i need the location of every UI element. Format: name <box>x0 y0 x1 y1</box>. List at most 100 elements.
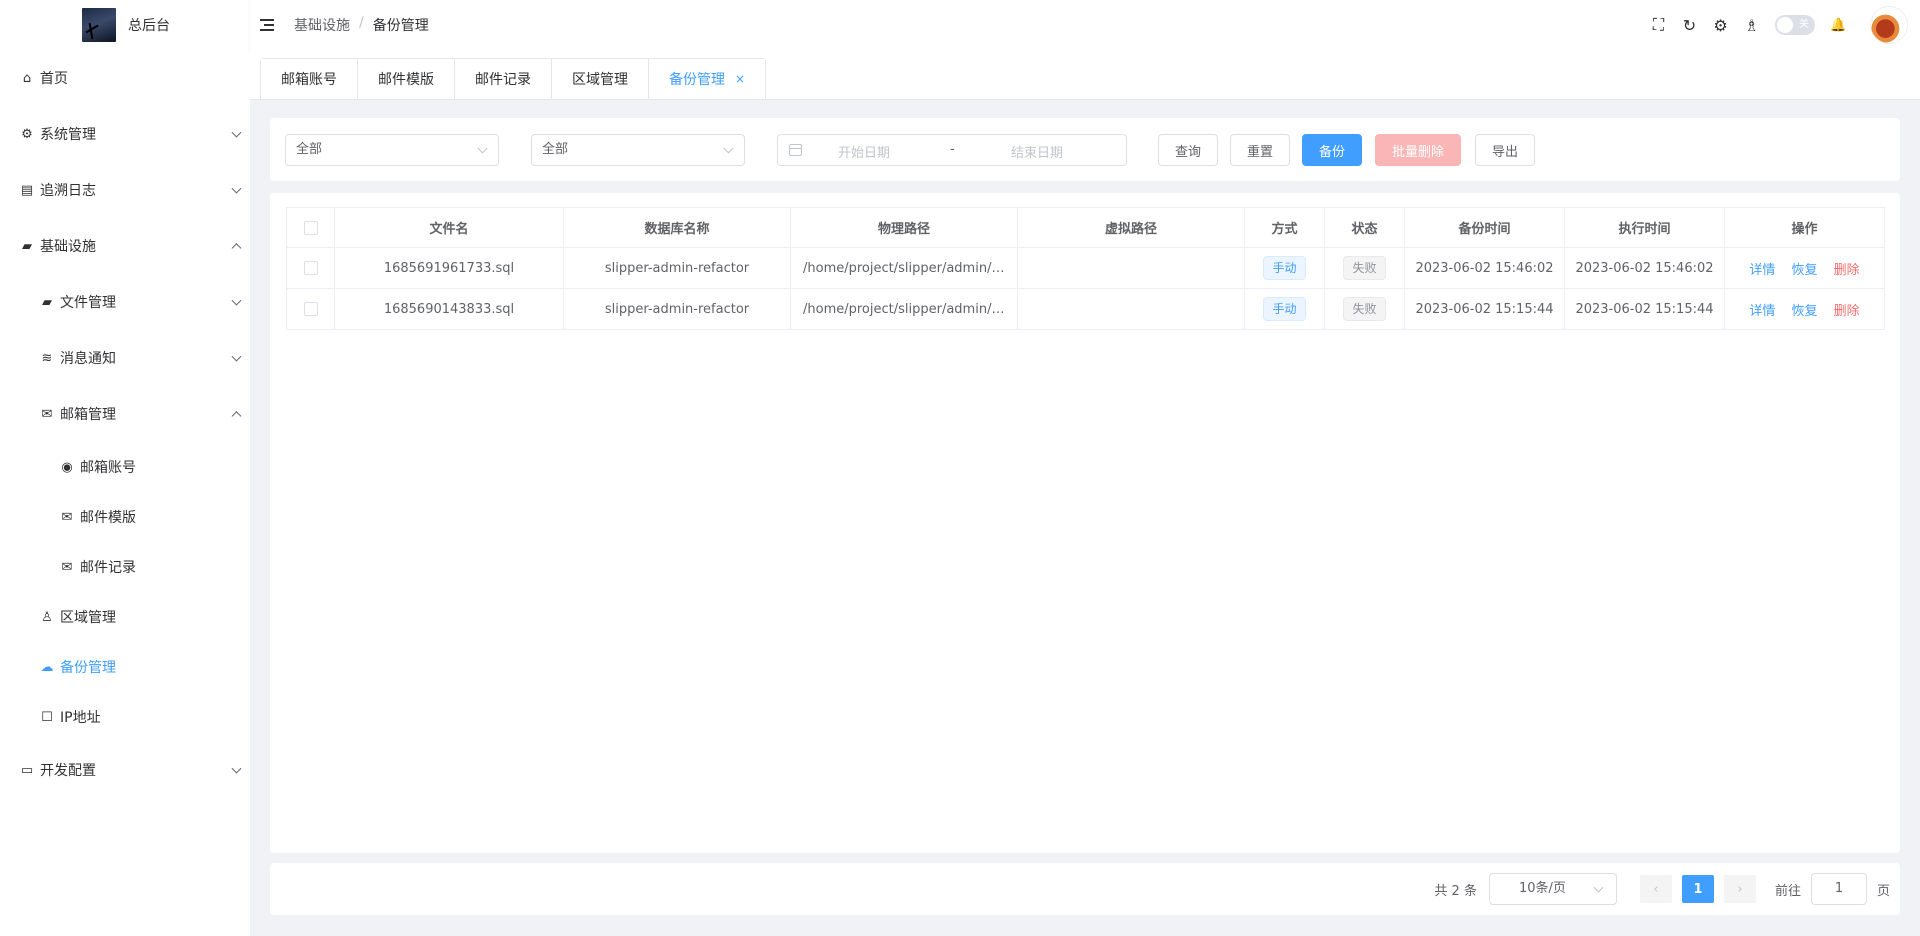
tabs-bar: 邮箱账号 邮件模版 邮件记录 区域管理 备份管理 × <box>250 50 1920 100</box>
detail-link[interactable]: 详情 <box>1749 304 1775 319</box>
dark-mode-toggle[interactable]: 关 <box>1775 15 1815 35</box>
row-checkbox[interactable] <box>303 302 318 316</box>
tab-backup[interactable]: 备份管理 × <box>649 59 766 99</box>
sidebar-item-system[interactable]: ⚙ 系统管理 <box>0 106 250 162</box>
goto-label: 前往 <box>1774 883 1801 899</box>
start-date-input[interactable]: 开始日期 <box>838 142 890 161</box>
page-size-select[interactable]: 10条/页 <box>1488 873 1617 905</box>
delete-link[interactable]: 删除 <box>1834 263 1860 278</box>
monitor-icon: ▭ <box>20 762 34 778</box>
exec-time-cell: 2023-06-02 15:46:02 <box>1564 247 1725 289</box>
prev-page-button[interactable]: ‹ <box>1639 875 1672 903</box>
sidebar-item-notifications[interactable]: ≋ 消息通知 <box>0 330 250 386</box>
page-unit-label: 页 <box>1876 883 1890 899</box>
batch-delete-button[interactable]: 批量删除 <box>1375 134 1461 166</box>
broom-icon[interactable]: ♗ <box>1736 15 1767 35</box>
row-checkbox[interactable] <box>303 261 318 275</box>
chevron-down-icon <box>1593 882 1604 893</box>
restore-link[interactable]: 恢复 <box>1791 263 1817 278</box>
column-header: 备份时间 <box>1404 207 1565 248</box>
pagination: 共 2 条 10条/页 ‹ 1 › 前往 1 页 <box>1434 873 1890 905</box>
next-page-button[interactable]: › <box>1723 875 1756 903</box>
table-header-row: 文件名 数据库名称 物理路径 虚拟路径 方式 状态 备份时间 执行时间 操作 <box>286 207 1885 248</box>
refresh-icon[interactable]: ↻ <box>1674 15 1705 35</box>
column-header: 虚拟路径 <box>1017 207 1245 248</box>
sidebar-item-label: 追溯日志 <box>40 183 96 199</box>
table-card: 文件名 数据库名称 物理路径 虚拟路径 方式 状态 备份时间 执行时间 操作 1… <box>270 193 1900 853</box>
tab-mail-template[interactable]: 邮件模版 <box>358 59 455 99</box>
file-name-cell: 1685690143833.sql <box>334 288 564 330</box>
date-range-picker[interactable]: 开始日期 - 结束日期 <box>777 134 1127 166</box>
sidebar-item-home[interactable]: ⌂ 首页 <box>0 50 250 106</box>
tab-region[interactable]: 区域管理 <box>552 59 649 99</box>
select-all-cell <box>286 207 335 248</box>
virtual-path-cell <box>1017 247 1245 289</box>
backup-time-cell: 2023-06-02 15:46:02 <box>1404 247 1565 289</box>
close-icon[interactable]: × <box>735 72 745 86</box>
pagination-total: 共 2 条 <box>1434 883 1477 899</box>
row-select-cell <box>286 288 335 330</box>
menu-fold-icon[interactable] <box>260 18 276 32</box>
select-all-checkbox[interactable] <box>303 220 318 235</box>
sidebar-item-mail-records[interactable]: ✉ 邮件记录 <box>0 542 250 592</box>
folder-icon: ▰ <box>22 238 32 254</box>
tab-label: 备份管理 <box>669 71 725 88</box>
status-badge: 失败 <box>1343 256 1386 280</box>
page-size-value: 10条/页 <box>1518 881 1566 896</box>
sidebar-item-label: 邮箱管理 <box>60 407 116 423</box>
chevron-up-icon <box>231 411 242 422</box>
toggle-knob <box>1777 17 1793 33</box>
sidebar-item-ip-address[interactable]: ☐ IP地址 <box>0 692 250 742</box>
sidebar: 总后台 ⌂ 首页 ⚙ 系统管理 ▤ 追溯日志 ▰ 基础设施 ▰ 文件管理 ≋ 消… <box>0 0 250 936</box>
breadcrumb-item[interactable]: 基础设施 <box>294 15 350 35</box>
top-header: 基础设施 / 备份管理 ⛶ ↻ ⚙ ♗ 关 🔔 <box>250 0 1920 50</box>
log-icon: ▤ <box>20 182 34 198</box>
bell-icon[interactable]: 🔔 <box>1823 15 1854 35</box>
tab-mail-records[interactable]: 邮件记录 <box>455 59 552 99</box>
status-badge: 失败 <box>1343 297 1386 321</box>
sidebar-item-dev-config[interactable]: ▭ 开发配置 <box>0 742 250 798</box>
app-title: 总后台 <box>128 18 170 34</box>
sidebar-item-label: 首页 <box>40 71 68 87</box>
reset-button[interactable]: 重置 <box>1230 134 1290 166</box>
header-toolbar: ⛶ ↻ ⚙ ♗ 关 🔔 <box>1643 0 1908 50</box>
sidebar-item-backup[interactable]: ☁ 备份管理 <box>0 642 250 692</box>
mail-icon: ✉ <box>61 559 73 575</box>
mail-icon: ✉ <box>61 509 73 525</box>
delete-link[interactable]: 删除 <box>1834 304 1860 319</box>
filter-select-2[interactable]: 全部 <box>531 134 745 166</box>
tab-mail-account[interactable]: 邮箱账号 <box>261 59 358 99</box>
filter-select-1[interactable]: 全部 <box>285 134 499 166</box>
detail-link[interactable]: 详情 <box>1749 263 1775 278</box>
table-row: 1685690143833.sql slipper-admin-refactor… <box>286 288 1885 330</box>
sidebar-item-label: IP地址 <box>60 710 101 726</box>
sidebar-item-mail-management[interactable]: ✉ 邮箱管理 <box>0 386 250 442</box>
pagination-card: 共 2 条 10条/页 ‹ 1 › 前往 1 页 <box>270 863 1900 915</box>
actions-cell: 详情 恢复 删除 <box>1724 247 1885 289</box>
page-number[interactable]: 1 <box>1681 875 1714 903</box>
export-button[interactable]: 导出 <box>1475 134 1535 166</box>
page-jump-input[interactable]: 1 <box>1810 873 1867 905</box>
sidebar-item-mail-template[interactable]: ✉ 邮件模版 <box>0 492 250 542</box>
sidebar-item-label: 文件管理 <box>60 295 116 311</box>
end-date-input[interactable]: 结束日期 <box>1011 142 1063 161</box>
physical-path-cell: /home/project/slipper/admin/r… <box>790 288 1018 330</box>
avatar[interactable] <box>1870 6 1908 44</box>
sidebar-item-region[interactable]: ♙ 区域管理 <box>0 592 250 642</box>
restore-link[interactable]: 恢复 <box>1791 304 1817 319</box>
backup-button[interactable]: 备份 <box>1302 134 1362 166</box>
query-button[interactable]: 查询 <box>1158 134 1218 166</box>
square-icon: ☐ <box>41 709 53 725</box>
fullscreen-icon[interactable]: ⛶ <box>1643 15 1674 35</box>
settings-icon[interactable]: ⚙ <box>1705 15 1736 35</box>
sidebar-item-mail-account[interactable]: ◉ 邮箱账号 <box>0 442 250 492</box>
column-header: 状态 <box>1324 207 1405 248</box>
logo-area[interactable]: 总后台 <box>0 0 250 50</box>
sidebar-item-label: 备份管理 <box>60 660 116 676</box>
filter-bar: 全部 全部 开始日期 - 结束日期 查询 重置 备份 批量删除 导出 <box>270 118 1900 181</box>
row-select-cell <box>286 247 335 289</box>
sidebar-item-infrastructure[interactable]: ▰ 基础设施 <box>0 218 250 274</box>
status-cell: 失败 <box>1324 288 1405 330</box>
sidebar-item-file-management[interactable]: ▰ 文件管理 <box>0 274 250 330</box>
sidebar-item-trace-log[interactable]: ▤ 追溯日志 <box>0 162 250 218</box>
